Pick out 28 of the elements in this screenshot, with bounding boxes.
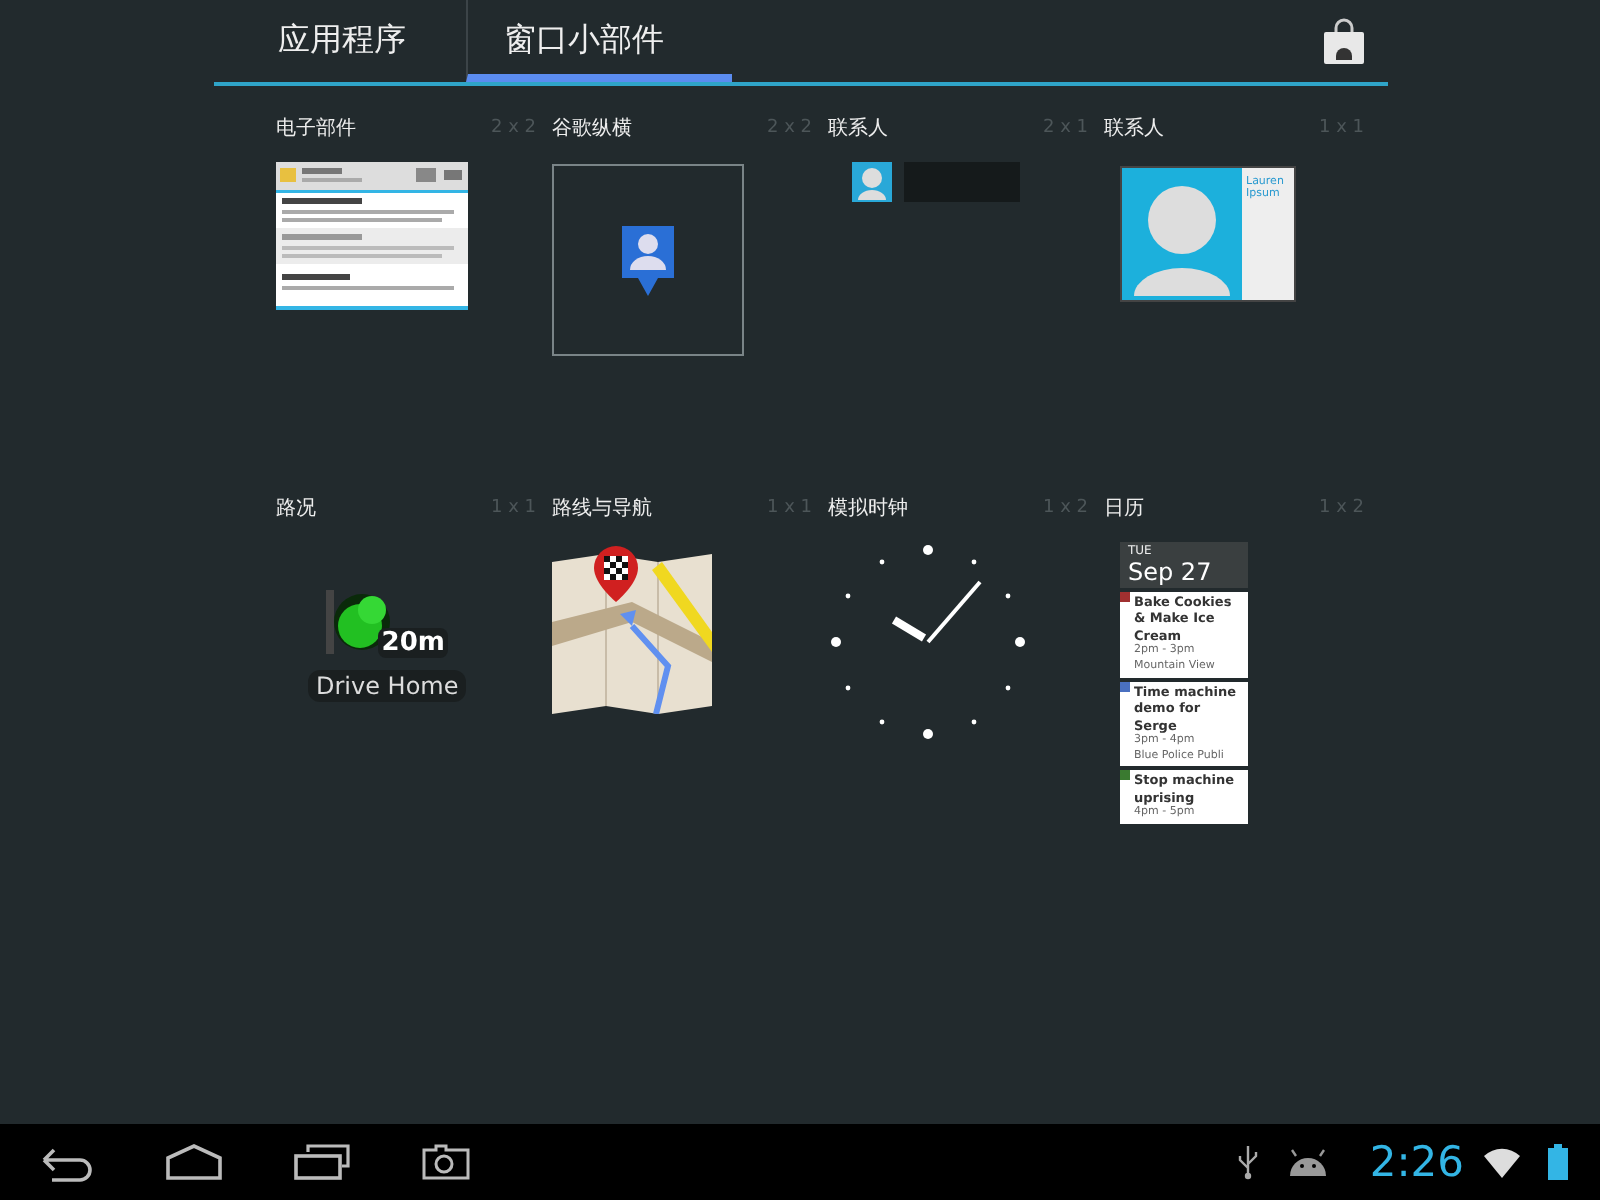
- analog-clock-drawing[interactable]: [828, 542, 1028, 742]
- widget-name: 电子部件: [276, 115, 356, 142]
- recent-apps-icon[interactable]: [292, 1142, 352, 1182]
- widget-name: 日历: [1104, 496, 1144, 522]
- battery-icon: [1548, 1144, 1568, 1180]
- tab[interactable]: 窗口小部件: [466, 0, 732, 82]
- widget-name: 路线与导航: [552, 495, 652, 522]
- calendar-date: Sep 27: [1128, 558, 1214, 586]
- widget-name: 联系人: [1104, 115, 1164, 142]
- widget-name: 模拟时钟: [828, 495, 908, 522]
- shopping-bag-icon[interactable]: [1320, 17, 1368, 65]
- widget-name: 谷歌纵横: [552, 115, 632, 142]
- android-icon: [1285, 1146, 1330, 1178]
- person-pin-icon: [618, 222, 678, 298]
- person-icon: [1122, 168, 1242, 300]
- widget-preview-frame[interactable]: [552, 164, 744, 356]
- eta-label: 20m: [377, 628, 449, 658]
- map-pin-drawing[interactable]: [552, 542, 712, 714]
- home-icon[interactable]: [164, 1142, 224, 1182]
- email-preview-drawing[interactable]: [276, 162, 468, 310]
- destination-label[interactable]: Drive Home: [308, 670, 467, 702]
- usb-icon: [1237, 1144, 1258, 1180]
- widget-name: 联系人: [828, 115, 888, 142]
- camera-icon[interactable]: [420, 1142, 472, 1182]
- status-time: 2:26: [1369, 1138, 1464, 1186]
- tab[interactable]: 应用程序: [214, 0, 466, 82]
- widget-name: 路况: [276, 496, 316, 522]
- wifi-icon: [1484, 1146, 1520, 1178]
